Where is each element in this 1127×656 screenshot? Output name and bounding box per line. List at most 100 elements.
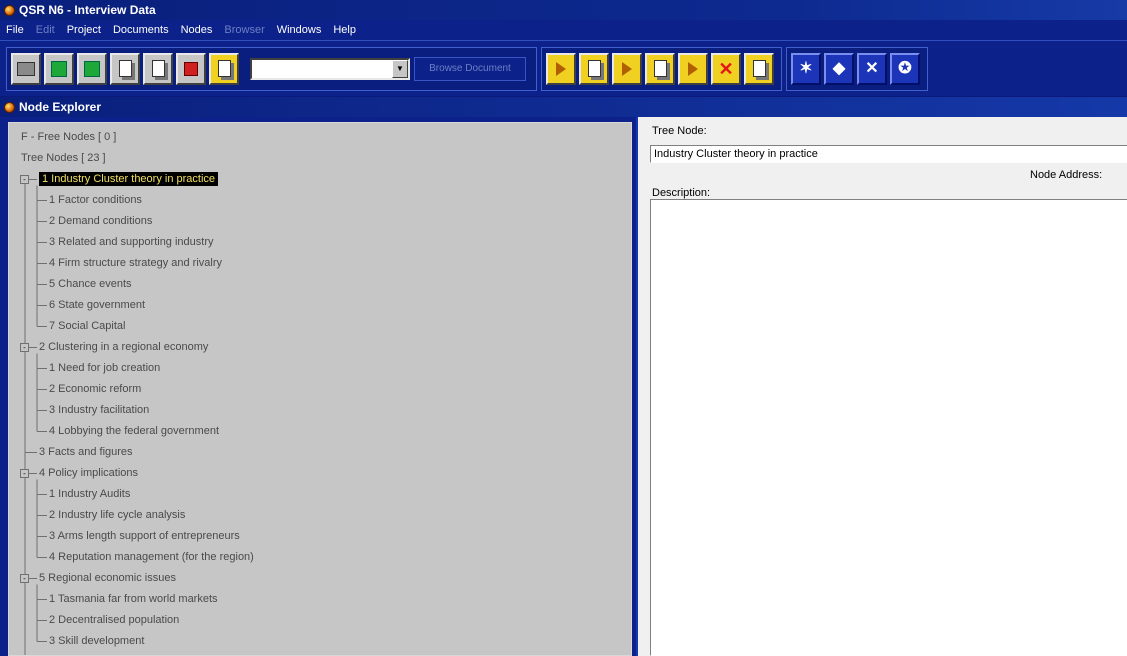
toolbar: ▼ Browse Document ✕ ✶ ◆ ✕ ✪ bbox=[0, 40, 1127, 96]
tree-child-row[interactable]: 4 Reputation management (for the region) bbox=[49, 547, 254, 568]
tree-node-label: 1 Tasmania far from world markets bbox=[49, 593, 218, 605]
open-project-button[interactable] bbox=[77, 52, 107, 85]
tree-child-row[interactable]: 3 Related and supporting industry bbox=[49, 232, 214, 253]
search-button[interactable]: ✶ bbox=[791, 52, 821, 85]
tree-node-label: 1 Industry Cluster theory in practice bbox=[39, 172, 219, 186]
text-search-icon: ◆ bbox=[832, 59, 846, 77]
attach-node-button[interactable] bbox=[612, 52, 642, 85]
tree-child-row[interactable]: 1 Factor conditions bbox=[49, 190, 142, 211]
tree-child-row[interactable]: 4 Lobbying the federal government bbox=[49, 421, 219, 442]
collapse-toggle-icon[interactable]: - bbox=[20, 468, 29, 478]
document-explorer-button[interactable] bbox=[110, 52, 140, 85]
description-field[interactable] bbox=[650, 199, 1127, 656]
add-node-button[interactable] bbox=[546, 52, 576, 85]
printer-icon bbox=[17, 61, 35, 76]
tree-node-label: 3 Related and supporting industry bbox=[49, 236, 214, 248]
node-browser-icon bbox=[587, 60, 601, 77]
tree-child-row[interactable]: 1 Industry Audits bbox=[49, 484, 130, 505]
tree-node-label: 2 Industry life cycle analysis bbox=[49, 509, 186, 521]
document-stack-icon bbox=[151, 60, 165, 77]
tree-node-row[interactable]: 3 Facts and figures bbox=[39, 442, 133, 463]
tree-node-label: 3 Skill development bbox=[49, 635, 145, 647]
tree-node-label: 5 Regional economic issues bbox=[39, 572, 176, 584]
text-search-button[interactable]: ◆ bbox=[824, 52, 854, 85]
menu-nodes[interactable]: Nodes bbox=[181, 24, 213, 36]
tree-child-row[interactable]: 3 Skill development bbox=[49, 631, 144, 652]
node-search-button[interactable]: ✕ bbox=[857, 52, 887, 85]
node-detail-pane: Tree Node: Industry Cluster theory in pr… bbox=[636, 117, 1127, 656]
node-address-label: Node Address: bbox=[1030, 169, 1103, 181]
menu-help[interactable]: Help bbox=[333, 24, 356, 36]
tree-child-row[interactable]: 7 Social Capital bbox=[49, 316, 125, 337]
node-tree-pane[interactable]: F - Free Nodes [ 0 ] Tree Nodes [ 23 ] 1… bbox=[8, 122, 632, 656]
document-list-button[interactable] bbox=[143, 52, 173, 85]
copy-node-button[interactable] bbox=[645, 52, 675, 85]
tree-node-row[interactable]: 5 Regional economic issues bbox=[39, 568, 176, 589]
new-project-button[interactable] bbox=[44, 52, 74, 85]
tree-node-row[interactable]: 4 Policy implications bbox=[39, 463, 138, 484]
document-combo[interactable]: ▼ bbox=[250, 57, 410, 80]
tree-child-row[interactable]: 2 Demand conditions bbox=[49, 211, 152, 232]
tree-node-label: 2 Decentralised population bbox=[49, 614, 180, 626]
node-browser-button[interactable] bbox=[579, 52, 609, 85]
menu-documents[interactable]: Documents bbox=[113, 24, 169, 36]
description-label: Description: bbox=[652, 187, 711, 199]
attach-node-icon bbox=[622, 61, 632, 76]
menu-project[interactable]: Project bbox=[67, 24, 101, 36]
tree-child-row[interactable]: 5 Chance events bbox=[49, 274, 132, 295]
tree-node-label: 3 Arms length support of entrepreneurs bbox=[49, 530, 240, 542]
node-explorer-button[interactable] bbox=[209, 52, 239, 85]
free-nodes-row[interactable]: F - Free Nodes [ 0 ] bbox=[21, 127, 116, 148]
toolbar-group-project: ▼ Browse Document bbox=[6, 46, 537, 91]
node-explorer-icon bbox=[4, 101, 15, 113]
tree-node-label: 2 Economic reform bbox=[49, 383, 142, 395]
menu-windows[interactable]: Windows bbox=[277, 24, 322, 36]
node-properties-button[interactable] bbox=[744, 52, 774, 85]
command-icon: ✪ bbox=[898, 59, 912, 77]
command-button[interactable]: ✪ bbox=[890, 52, 920, 85]
tree-child-row[interactable]: 4 Firm structure strategy and rivalry bbox=[49, 253, 222, 274]
search-icon: ✶ bbox=[799, 59, 813, 77]
tree-node-label: 2 Clustering in a regional economy bbox=[39, 341, 209, 353]
delete-node-button[interactable]: ✕ bbox=[711, 52, 741, 85]
collapse-toggle-icon[interactable]: - bbox=[20, 573, 29, 583]
search-node-button[interactable] bbox=[678, 52, 708, 85]
node-explorer-title: Node Explorer bbox=[19, 100, 102, 114]
tree-nodes-label: Tree Nodes [ 23 ] bbox=[21, 152, 106, 164]
browse-document-button[interactable]: Browse Document bbox=[414, 56, 526, 81]
tree-child-row[interactable]: 2 Industry life cycle analysis bbox=[49, 505, 185, 526]
menu-file[interactable]: File bbox=[6, 24, 24, 36]
tree-child-row[interactable]: 1 Need for job creation bbox=[49, 358, 160, 379]
window-titlebar: QSR N6 - Interview Data bbox=[0, 0, 1127, 20]
collapse-toggle-icon[interactable]: - bbox=[20, 342, 29, 352]
tree-child-row[interactable]: 1 Tasmania far from world markets bbox=[49, 589, 218, 610]
menu-browser[interactable]: Browser bbox=[224, 24, 264, 36]
report-button[interactable] bbox=[176, 52, 206, 85]
tree-node-label: 3 Industry facilitation bbox=[49, 404, 150, 416]
app-logo-icon bbox=[4, 4, 15, 16]
tree-node-label: 3 Facts and figures bbox=[39, 446, 133, 458]
chevron-down-icon[interactable]: ▼ bbox=[392, 59, 408, 78]
document-icon bbox=[118, 60, 132, 77]
tree-node-field[interactable]: Industry Cluster theory in practice bbox=[650, 145, 1127, 163]
collapse-toggle-icon[interactable]: - bbox=[20, 174, 29, 184]
tree-child-row[interactable]: 3 Arms length support of entrepreneurs bbox=[49, 526, 240, 547]
tree-child-row[interactable]: 6 State government bbox=[49, 295, 145, 316]
tree-nodes-row[interactable]: Tree Nodes [ 23 ] bbox=[21, 148, 106, 169]
node-search-icon: ✕ bbox=[865, 59, 879, 77]
menu-edit[interactable]: Edit bbox=[36, 24, 55, 36]
print-button[interactable] bbox=[11, 52, 41, 85]
tree-child-row[interactable]: 2 Decentralised population bbox=[49, 610, 179, 631]
tree-child-row[interactable]: 3 Industry facilitation bbox=[49, 400, 149, 421]
toolbar-group-search: ✶ ◆ ✕ ✪ bbox=[786, 46, 928, 91]
node-explorer-titlebar: Node Explorer bbox=[0, 97, 1127, 117]
tree-node-label: 1 Factor conditions bbox=[49, 194, 142, 206]
new-project-icon bbox=[51, 60, 67, 77]
tree-node-row[interactable]: 1 Industry Cluster theory in practice bbox=[39, 169, 219, 190]
tree-node-label: 6 State government bbox=[49, 299, 146, 311]
tree-child-row[interactable]: 2 Economic reform bbox=[49, 379, 141, 400]
search-node-icon bbox=[688, 61, 698, 76]
tree-node-label: Tree Node: bbox=[652, 125, 707, 137]
tree-node-row[interactable]: 2 Clustering in a regional economy bbox=[39, 337, 208, 358]
open-project-icon bbox=[84, 60, 100, 77]
